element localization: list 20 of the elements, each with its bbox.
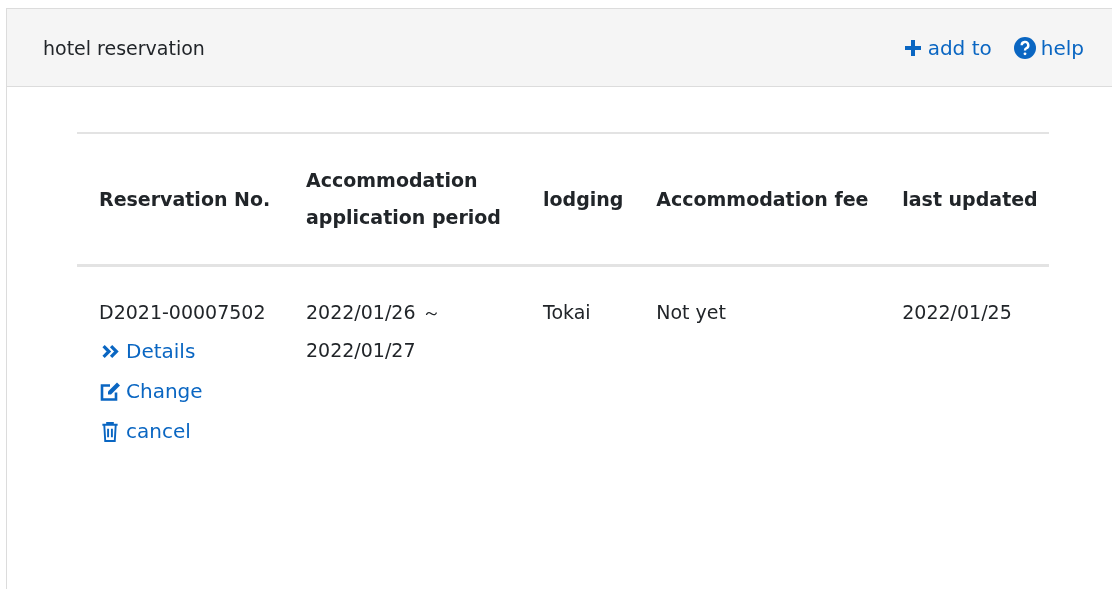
table-cell-text: 2022/01/25 xyxy=(902,300,1013,325)
cancel-link[interactable]: cancel xyxy=(99,411,191,451)
table-cell-text: 2022/01/26 ～ 2022/01/27 xyxy=(306,300,442,363)
details-link[interactable]: Details xyxy=(99,331,196,371)
plus-icon xyxy=(902,37,923,58)
column-header: lodging xyxy=(521,133,635,266)
edit-icon xyxy=(99,380,121,402)
table-cell-text: Not yet xyxy=(656,300,727,325)
panel-title: hotel reservation xyxy=(43,36,205,59)
column-header: Accommodation fee xyxy=(634,133,881,266)
trash-icon xyxy=(99,420,121,442)
change-link[interactable]: Change xyxy=(99,371,203,411)
add-link[interactable]: add to xyxy=(902,35,992,60)
column-header: last updated xyxy=(880,133,1049,266)
help-icon xyxy=(1013,36,1036,59)
table-cell-text: D2021-00007502 xyxy=(99,300,267,325)
column-header: Accommodation application period xyxy=(284,133,521,266)
table-cell-text: Tokai xyxy=(543,300,592,325)
help-link[interactable]: help xyxy=(1013,35,1084,60)
column-header: Reservation No. xyxy=(77,133,284,266)
